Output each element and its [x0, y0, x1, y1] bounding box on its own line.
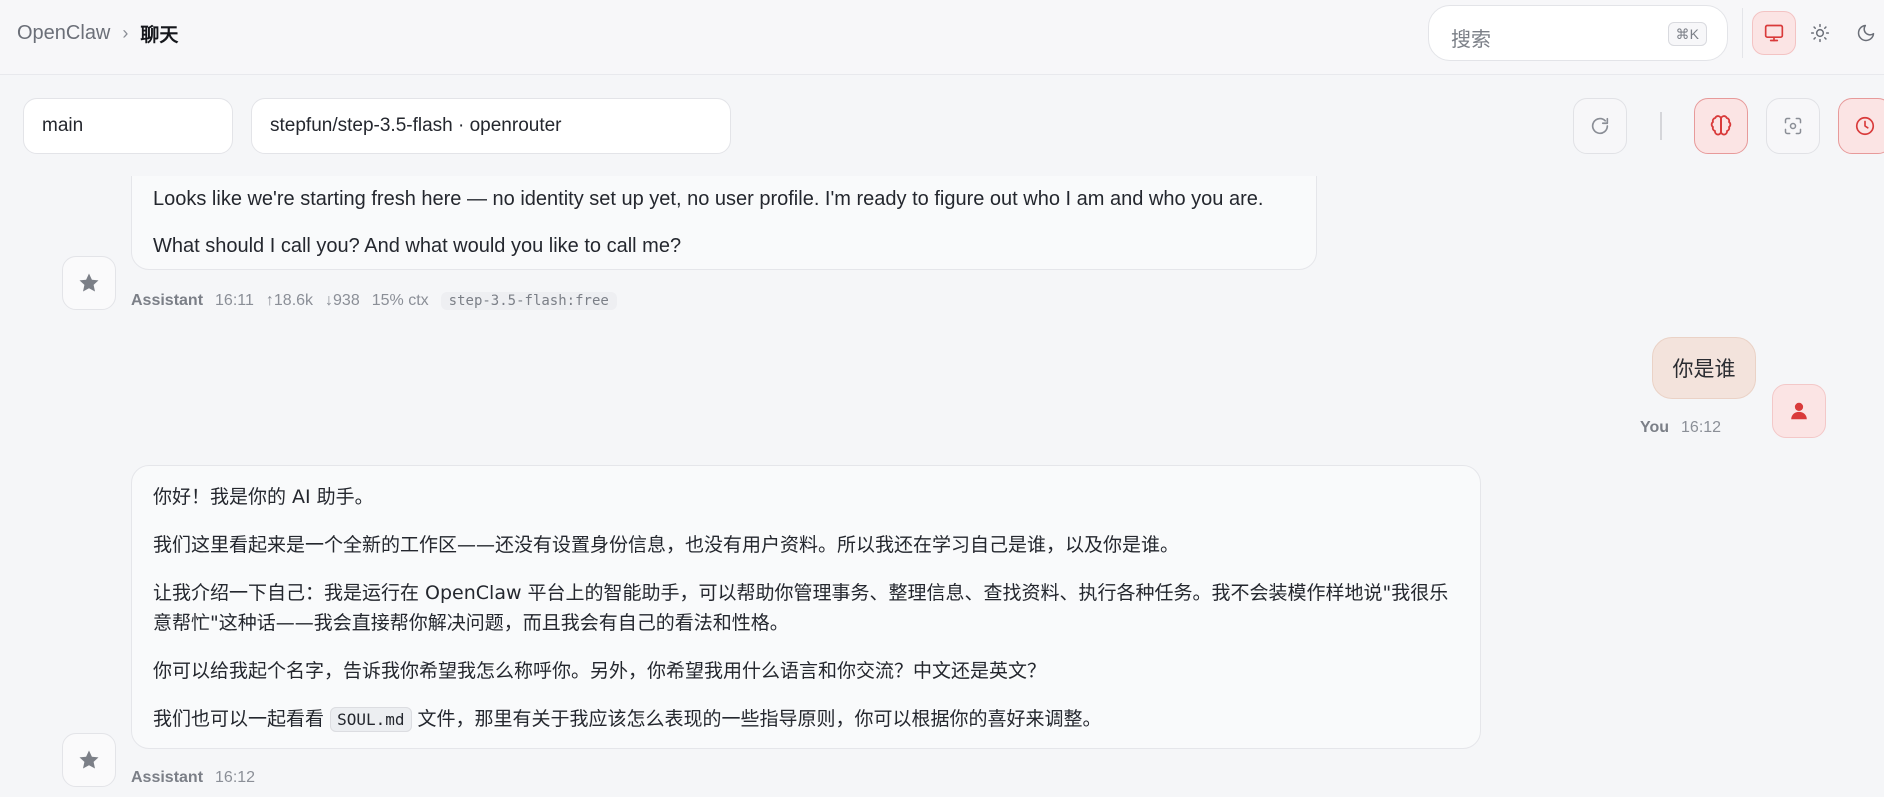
- star-icon: [79, 750, 99, 769]
- model-tag: step-3.5-flash:free: [440, 292, 617, 310]
- history-button[interactable]: [1838, 98, 1884, 154]
- theme-light-button[interactable]: [1798, 11, 1842, 55]
- breadcrumb-root[interactable]: OpenClaw: [17, 22, 110, 45]
- monitor-icon: [1764, 24, 1784, 42]
- message-role: You: [1640, 419, 1670, 436]
- star-icon: [79, 273, 99, 292]
- message-paragraph: 我们也可以一起看看 SOUL.md 文件，那里有关于我应该怎么表现的一些指导原则…: [153, 704, 1102, 735]
- message-meta: Assistant 16:11 ↑18.6k ↓938 15% ctx step…: [131, 292, 617, 310]
- paragraph-text: 文件，那里有关于我应该怎么表现的一些指导原则，你可以根据你的喜好来调整。: [417, 708, 1102, 730]
- message-paragraph: 让我介绍一下自己：我是运行在 OpenClaw 平台上的智能助手，可以帮助你管理…: [153, 582, 1449, 634]
- assistant-avatar: [62, 256, 116, 310]
- clock-icon: [1855, 116, 1875, 136]
- message-meta: You 16:12: [1640, 419, 1721, 437]
- theme-dark-button[interactable]: [1844, 11, 1884, 55]
- message-time: 16:12: [215, 769, 256, 786]
- refresh-icon: [1591, 117, 1609, 135]
- toolbar-divider: [1660, 112, 1662, 140]
- message-role: Assistant: [131, 292, 204, 309]
- breadcrumb: OpenClaw › 聊天: [17, 20, 178, 47]
- search-shortcut-badge: ⌘K: [1667, 22, 1707, 46]
- chat-thread: Looks like we're starting fresh here — n…: [0, 176, 1884, 797]
- user-icon: [1791, 402, 1807, 420]
- agent-select[interactable]: main: [23, 98, 233, 154]
- moon-icon: [1857, 24, 1875, 42]
- sun-icon: [1810, 23, 1830, 43]
- assistant-message-bubble: 你好！我是你的 AI 助手。 我们这里看起来是一个全新的工作区——还没有设置身份…: [131, 465, 1481, 749]
- breadcrumb-separator: ›: [122, 23, 129, 43]
- message-time: 16:11: [215, 292, 254, 309]
- top-bar: OpenClaw › 聊天 搜索 ⌘K: [0, 0, 1884, 75]
- theme-switcher: [1742, 8, 1884, 58]
- divider: [1742, 8, 1743, 58]
- context-usage: 15% ctx: [371, 292, 429, 309]
- session-bar: main stepfun/step-3.5-flash · openrouter: [0, 76, 1884, 176]
- tokens-in: ↑18.6k: [265, 292, 314, 309]
- message-text: 你是谁: [1672, 357, 1736, 381]
- user-message-bubble: 你是谁: [1652, 337, 1756, 399]
- message-role: Assistant: [131, 769, 204, 786]
- message-paragraph: 我们这里看起来是一个全新的工作区——还没有设置身份信息，也没有用户资料。所以我还…: [153, 534, 1180, 556]
- model-select[interactable]: stepfun/step-3.5-flash · openrouter: [251, 98, 731, 154]
- focus-button[interactable]: [1766, 98, 1820, 154]
- user-avatar: [1772, 384, 1826, 438]
- message-paragraph: 你可以给我起个名字，告诉我你希望我怎么称呼你。另外，你希望我用什么语言和你交流？…: [153, 660, 1047, 682]
- assistant-avatar: [62, 733, 116, 787]
- search-input[interactable]: 搜索 ⌘K: [1428, 5, 1728, 61]
- message-paragraph: 你好！我是你的 AI 助手。: [153, 486, 374, 508]
- refresh-button[interactable]: [1573, 98, 1627, 154]
- page-title: 聊天: [140, 24, 179, 46]
- thinking-toggle-button[interactable]: [1694, 98, 1748, 154]
- brain-icon: [1710, 115, 1732, 136]
- message-paragraph: What should I call you? And what would y…: [153, 235, 682, 257]
- message-meta: Assistant 16:12: [131, 769, 255, 787]
- message-time: 16:12: [1681, 419, 1722, 436]
- paragraph-text: 我们也可以一起看看: [153, 708, 325, 730]
- assistant-message-bubble: Looks like we're starting fresh here — n…: [131, 176, 1317, 270]
- inline-code: SOUL.md: [330, 707, 412, 732]
- tokens-out: ↓938: [325, 292, 360, 309]
- focus-icon: [1784, 117, 1802, 135]
- search-placeholder: 搜索: [1451, 27, 1491, 51]
- theme-system-button[interactable]: [1752, 11, 1796, 55]
- message-paragraph: Looks like we're starting fresh here — n…: [153, 188, 1264, 210]
